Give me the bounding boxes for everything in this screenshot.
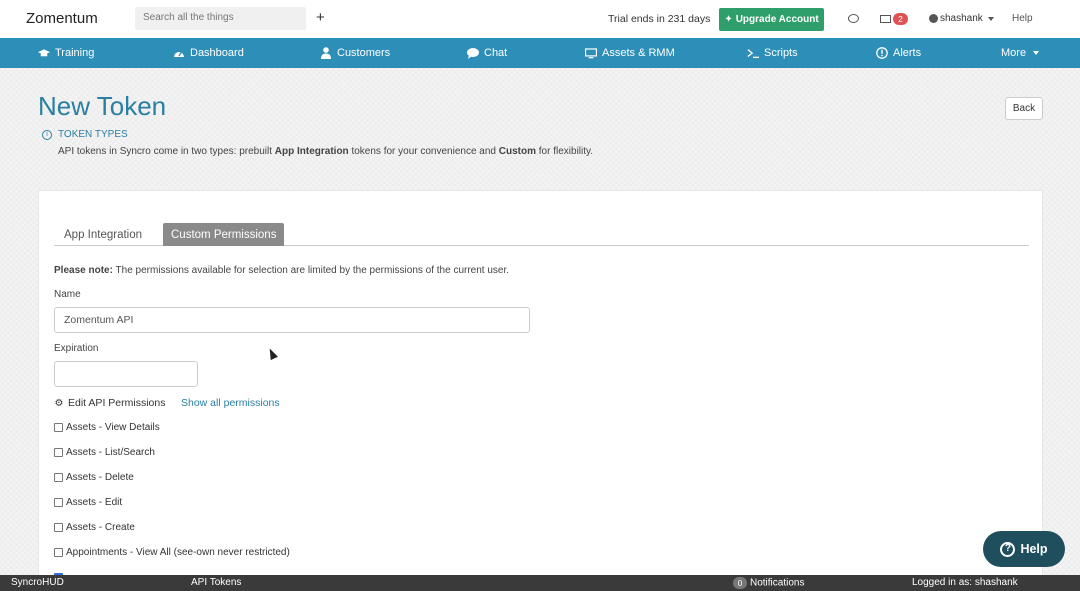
token-types-label: TOKEN TYPES	[58, 129, 128, 140]
nav-customers-label: Customers	[337, 47, 391, 59]
nav-customers[interactable]: Customers	[320, 38, 390, 68]
nav-dashboard-label: Dashboard	[190, 47, 244, 59]
graduation-cap-icon	[38, 47, 50, 59]
show-all-permissions-link[interactable]: Show all permissions	[181, 397, 280, 409]
nav-alerts-label: Alerts	[893, 47, 922, 59]
nav-scripts[interactable]: Scripts	[747, 38, 798, 68]
permission-checkbox[interactable]	[54, 498, 63, 507]
nav-training[interactable]: Training	[38, 38, 94, 68]
permission-checkbox[interactable]	[54, 423, 63, 432]
footer-page-label: API Tokens	[191, 577, 242, 588]
main-nav: Training Dashboard Customers Chat Assets…	[0, 38, 1080, 68]
token-form-card: App Integration Custom Permissions Pleas…	[38, 190, 1043, 580]
terminal-icon	[747, 47, 759, 59]
dashboard-gauge-icon	[173, 47, 185, 59]
help-float-label: Help	[1020, 542, 1048, 556]
news-badge: 2	[893, 13, 908, 25]
chevron-down-icon	[987, 16, 994, 21]
footer-logged-in: Logged in as: shashank	[912, 577, 1018, 588]
tab-app-integration[interactable]: App Integration	[56, 223, 150, 246]
nav-alerts[interactable]: Alerts	[876, 38, 921, 68]
nav-dashboard[interactable]: Dashboard	[173, 38, 244, 68]
nav-scripts-label: Scripts	[764, 47, 798, 59]
note-bold: Please note:	[54, 265, 113, 276]
permission-label: Assets - Delete	[66, 472, 134, 483]
desc-bold-app-integration: App Integration	[274, 146, 349, 157]
permission-label: Assets - List/Search	[66, 447, 155, 458]
nav-assets-label: Assets & RMM	[602, 47, 675, 59]
permission-item[interactable]: Assets - Create	[54, 522, 135, 533]
top-bar: Zomentum Search all the things + Trial e…	[0, 0, 1080, 38]
permission-label: Assets - View Details	[66, 422, 160, 433]
trial-text: Trial ends in 231 days	[608, 13, 711, 25]
chat-bubble-icon	[467, 47, 479, 59]
permission-item[interactable]: Assets - View Details	[54, 422, 160, 433]
permission-checkbox[interactable]	[54, 448, 63, 457]
newspaper-icon[interactable]	[880, 15, 891, 23]
user-menu[interactable]: shashank	[929, 13, 994, 24]
add-button[interactable]: +	[316, 9, 325, 27]
speech-bubble-icon[interactable]	[848, 14, 859, 23]
permission-item[interactable]: Assets - Edit	[54, 497, 122, 508]
name-label: Name	[54, 289, 81, 300]
question-circle-icon: ?	[1000, 541, 1016, 557]
permission-label: Appointments - View All (see-own never r…	[66, 547, 290, 558]
desc-bold-custom: Custom	[498, 146, 536, 157]
footer-hud-label[interactable]: SyncroHUD	[11, 577, 64, 588]
permission-label: Assets - Create	[66, 522, 135, 533]
search-input[interactable]: Search all the things	[135, 7, 306, 30]
edit-permissions-heading: ⚙ Edit API Permissions	[54, 397, 166, 409]
token-types-heading: i TOKEN TYPES	[42, 129, 128, 140]
upgrade-account-button[interactable]: ✦ Upgrade Account	[719, 8, 824, 31]
notifications-label: Notifications	[750, 577, 805, 589]
sparkle-icon: ✦	[724, 14, 733, 25]
info-icon: i	[42, 129, 52, 140]
token-description: API tokens in Syncro come in two types: …	[58, 146, 593, 157]
back-button[interactable]: Back	[1005, 97, 1043, 120]
nav-chat[interactable]: Chat	[467, 38, 507, 68]
permissions-note: Please note: The permissions available f…	[54, 265, 509, 276]
help-chat-button[interactable]: ? Help	[983, 531, 1065, 567]
expiration-field[interactable]	[54, 361, 198, 387]
upgrade-label: Upgrade Account	[735, 14, 819, 25]
permission-checkbox[interactable]	[54, 548, 63, 557]
tab-custom-permissions[interactable]: Custom Permissions	[163, 223, 285, 246]
desc-text-1: API tokens in Syncro come in two types: …	[58, 146, 275, 157]
name-field[interactable]	[54, 307, 530, 333]
permission-item[interactable]: Assets - Delete	[54, 472, 134, 483]
nav-training-label: Training	[55, 47, 95, 59]
expiration-label: Expiration	[54, 343, 99, 354]
caret-down-icon	[1033, 51, 1040, 55]
user-icon	[320, 47, 332, 59]
user-circle-icon	[929, 14, 938, 23]
gear-icon: ⚙	[54, 397, 64, 409]
permission-checkbox[interactable]	[54, 523, 63, 532]
status-footer: SyncroHUD API Tokens 0 Notifications Logg…	[0, 575, 1080, 591]
user-name: shashank	[940, 13, 983, 24]
permission-label: Assets - Edit	[66, 497, 123, 508]
nav-chat-label: Chat	[484, 47, 508, 59]
help-link[interactable]: Help	[1012, 13, 1033, 24]
token-type-tabs: App Integration Custom Permissions	[54, 223, 1029, 246]
nav-assets-rmm[interactable]: Assets & RMM	[585, 38, 675, 68]
page-title: New Token	[38, 91, 167, 121]
alert-circle-icon	[876, 47, 888, 59]
note-text: The permissions available for selection …	[112, 265, 510, 276]
footer-notifications[interactable]: 0 Notifications	[733, 577, 804, 589]
nav-more[interactable]: More	[1001, 38, 1040, 68]
nav-more-label: More	[1001, 47, 1027, 59]
brand-name[interactable]: Zomentum	[26, 10, 98, 27]
edit-permissions-label: Edit API Permissions	[68, 397, 166, 409]
monitor-icon	[585, 47, 597, 59]
permission-checkbox[interactable]	[54, 473, 63, 482]
desc-text-3: for flexibility.	[536, 146, 594, 157]
desc-text-2: tokens for your convenience and	[348, 146, 499, 157]
notification-count: 0	[733, 577, 747, 589]
permission-item[interactable]: Appointments - View All (see-own never r…	[54, 547, 290, 558]
permission-item[interactable]: Assets - List/Search	[54, 447, 155, 458]
